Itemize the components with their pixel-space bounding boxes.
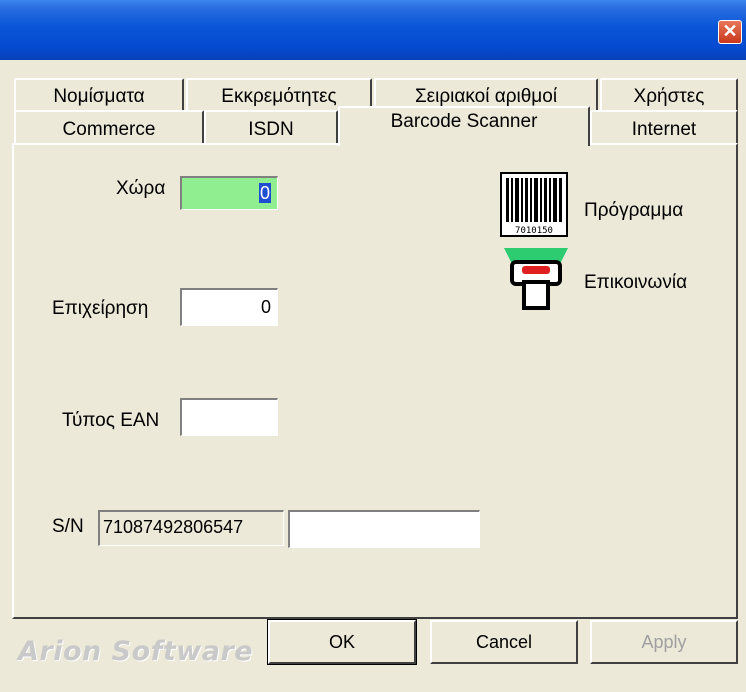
serial-field: 71087492806547 xyxy=(98,510,284,546)
close-button[interactable]: ✕ xyxy=(718,20,742,44)
country-field[interactable]: 0 xyxy=(180,176,278,210)
company-value: 0 xyxy=(260,297,271,317)
scanner-icon xyxy=(504,248,568,310)
communication-label: Επικοινωνία xyxy=(584,272,688,293)
title-bar: ✕ xyxy=(0,0,746,60)
serial-value: 71087492806547 xyxy=(103,517,244,537)
cancel-button[interactable]: Cancel xyxy=(430,620,578,664)
tab-xristes[interactable]: Χρήστες xyxy=(600,78,738,112)
tab-barcode-scanner[interactable]: Barcode Scanner xyxy=(338,106,590,146)
country-label: Χώρα xyxy=(116,178,166,199)
tab-nomismata[interactable]: Νομίσματα xyxy=(14,78,184,112)
program-button[interactable]: 7010150 Πρόγραμμα xyxy=(500,172,710,242)
close-icon: ✕ xyxy=(722,21,738,41)
brand-logo: Arion Software xyxy=(18,636,254,667)
tab-commerce[interactable]: Commerce xyxy=(14,110,204,144)
serial-label: S/N xyxy=(52,516,84,537)
serial-extra-field[interactable] xyxy=(288,510,480,548)
ean-type-label: Τύπος ΕΑΝ xyxy=(62,410,160,431)
program-label: Πρόγραμμα xyxy=(584,200,684,221)
company-field[interactable]: 0 xyxy=(180,288,278,326)
svg-text:7010150: 7010150 xyxy=(515,226,553,236)
tab-isdn[interactable]: ISDN xyxy=(204,110,338,144)
barcode-icon: 7010150 xyxy=(500,172,570,238)
apply-button: Apply xyxy=(590,620,738,664)
company-label: Επιχείρηση xyxy=(52,298,149,319)
ok-button[interactable]: OK xyxy=(267,619,417,665)
country-value: 0 xyxy=(258,183,271,203)
ean-type-field[interactable] xyxy=(180,398,278,436)
communication-button[interactable]: Επικοινωνία xyxy=(504,248,714,318)
tab-internet[interactable]: Internet xyxy=(590,110,738,144)
